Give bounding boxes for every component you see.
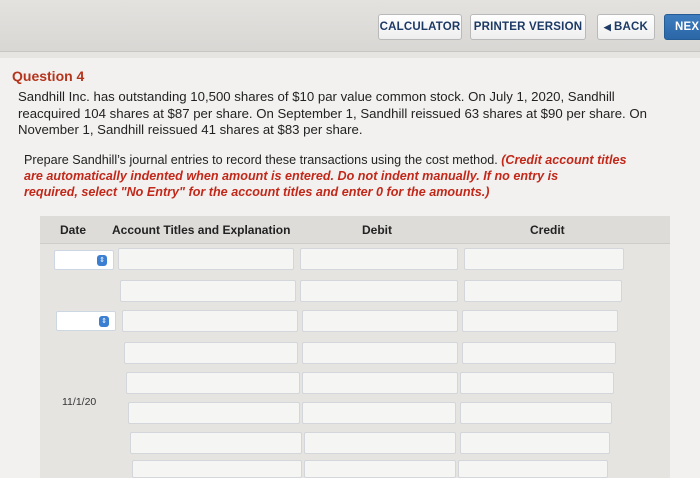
credit-column-header: Credit	[530, 223, 565, 237]
instructions-text: Prepare Sandhill’s journal entries to re…	[24, 153, 498, 167]
account-input[interactable]	[120, 280, 296, 302]
next-button[interactable]: NEX	[664, 14, 700, 40]
credit-input[interactable]	[462, 342, 616, 364]
account-input[interactable]	[122, 310, 298, 332]
date-label-3: 11/1/20	[62, 396, 97, 408]
instructions-note-1: (Credit account titles	[501, 153, 627, 167]
credit-input[interactable]	[460, 402, 612, 424]
account-input[interactable]	[128, 402, 300, 424]
account-column-header: Account Titles and Explanation	[112, 223, 291, 237]
question-line-1: Sandhill Inc. has outstanding 10,500 sha…	[18, 89, 615, 104]
debit-input[interactable]	[300, 280, 458, 302]
instructions: Prepare Sandhill’s journal entries to re…	[24, 152, 694, 200]
credit-input[interactable]	[460, 372, 614, 394]
debit-input[interactable]	[302, 372, 458, 394]
credit-input[interactable]	[464, 280, 622, 302]
question-line-3: November 1, Sandhill reissued 41 shares …	[18, 122, 363, 137]
debit-input[interactable]	[302, 310, 458, 332]
question-body: Sandhill Inc. has outstanding 10,500 sha…	[18, 89, 694, 139]
instructions-note-3: required, select "No Entry" for the acco…	[24, 185, 490, 199]
back-label: BACK	[614, 21, 649, 33]
account-input[interactable]	[130, 432, 302, 454]
debit-input[interactable]	[302, 342, 458, 364]
printer-version-button[interactable]: PRINTER VERSION	[470, 14, 586, 40]
date-select-2[interactable]: ⇕	[56, 311, 116, 331]
credit-input[interactable]	[462, 310, 618, 332]
account-input[interactable]	[126, 372, 300, 394]
date-select-1[interactable]: ⇕	[54, 250, 114, 270]
debit-input[interactable]	[304, 460, 456, 478]
debit-column-header: Debit	[362, 223, 392, 237]
debit-input[interactable]	[304, 432, 456, 454]
top-toolbar: CALCULATOR PRINTER VERSION ◀ BACK NEX	[0, 0, 700, 52]
debit-input[interactable]	[302, 402, 456, 424]
select-arrows-icon: ⇕	[97, 255, 107, 266]
question-title: Question 4	[12, 68, 85, 84]
account-input[interactable]	[132, 460, 302, 478]
chevron-left-icon: ◀	[603, 21, 612, 32]
account-input[interactable]	[118, 248, 294, 270]
credit-input[interactable]	[464, 248, 624, 270]
table-header: Date Account Titles and Explanation Debi…	[40, 216, 670, 244]
date-column-header: Date	[60, 223, 87, 237]
debit-input[interactable]	[300, 248, 458, 270]
back-button[interactable]: ◀ BACK	[597, 14, 655, 40]
instructions-note-2: are automatically indented when amount i…	[24, 169, 559, 183]
question-line-2: reacquired 104 shares at $87 per share. …	[18, 105, 647, 121]
credit-input[interactable]	[460, 432, 610, 454]
account-input[interactable]	[124, 342, 298, 364]
credit-input[interactable]	[458, 460, 608, 478]
calculator-button[interactable]: CALCULATOR	[378, 14, 462, 40]
select-arrows-icon: ⇕	[99, 316, 109, 327]
